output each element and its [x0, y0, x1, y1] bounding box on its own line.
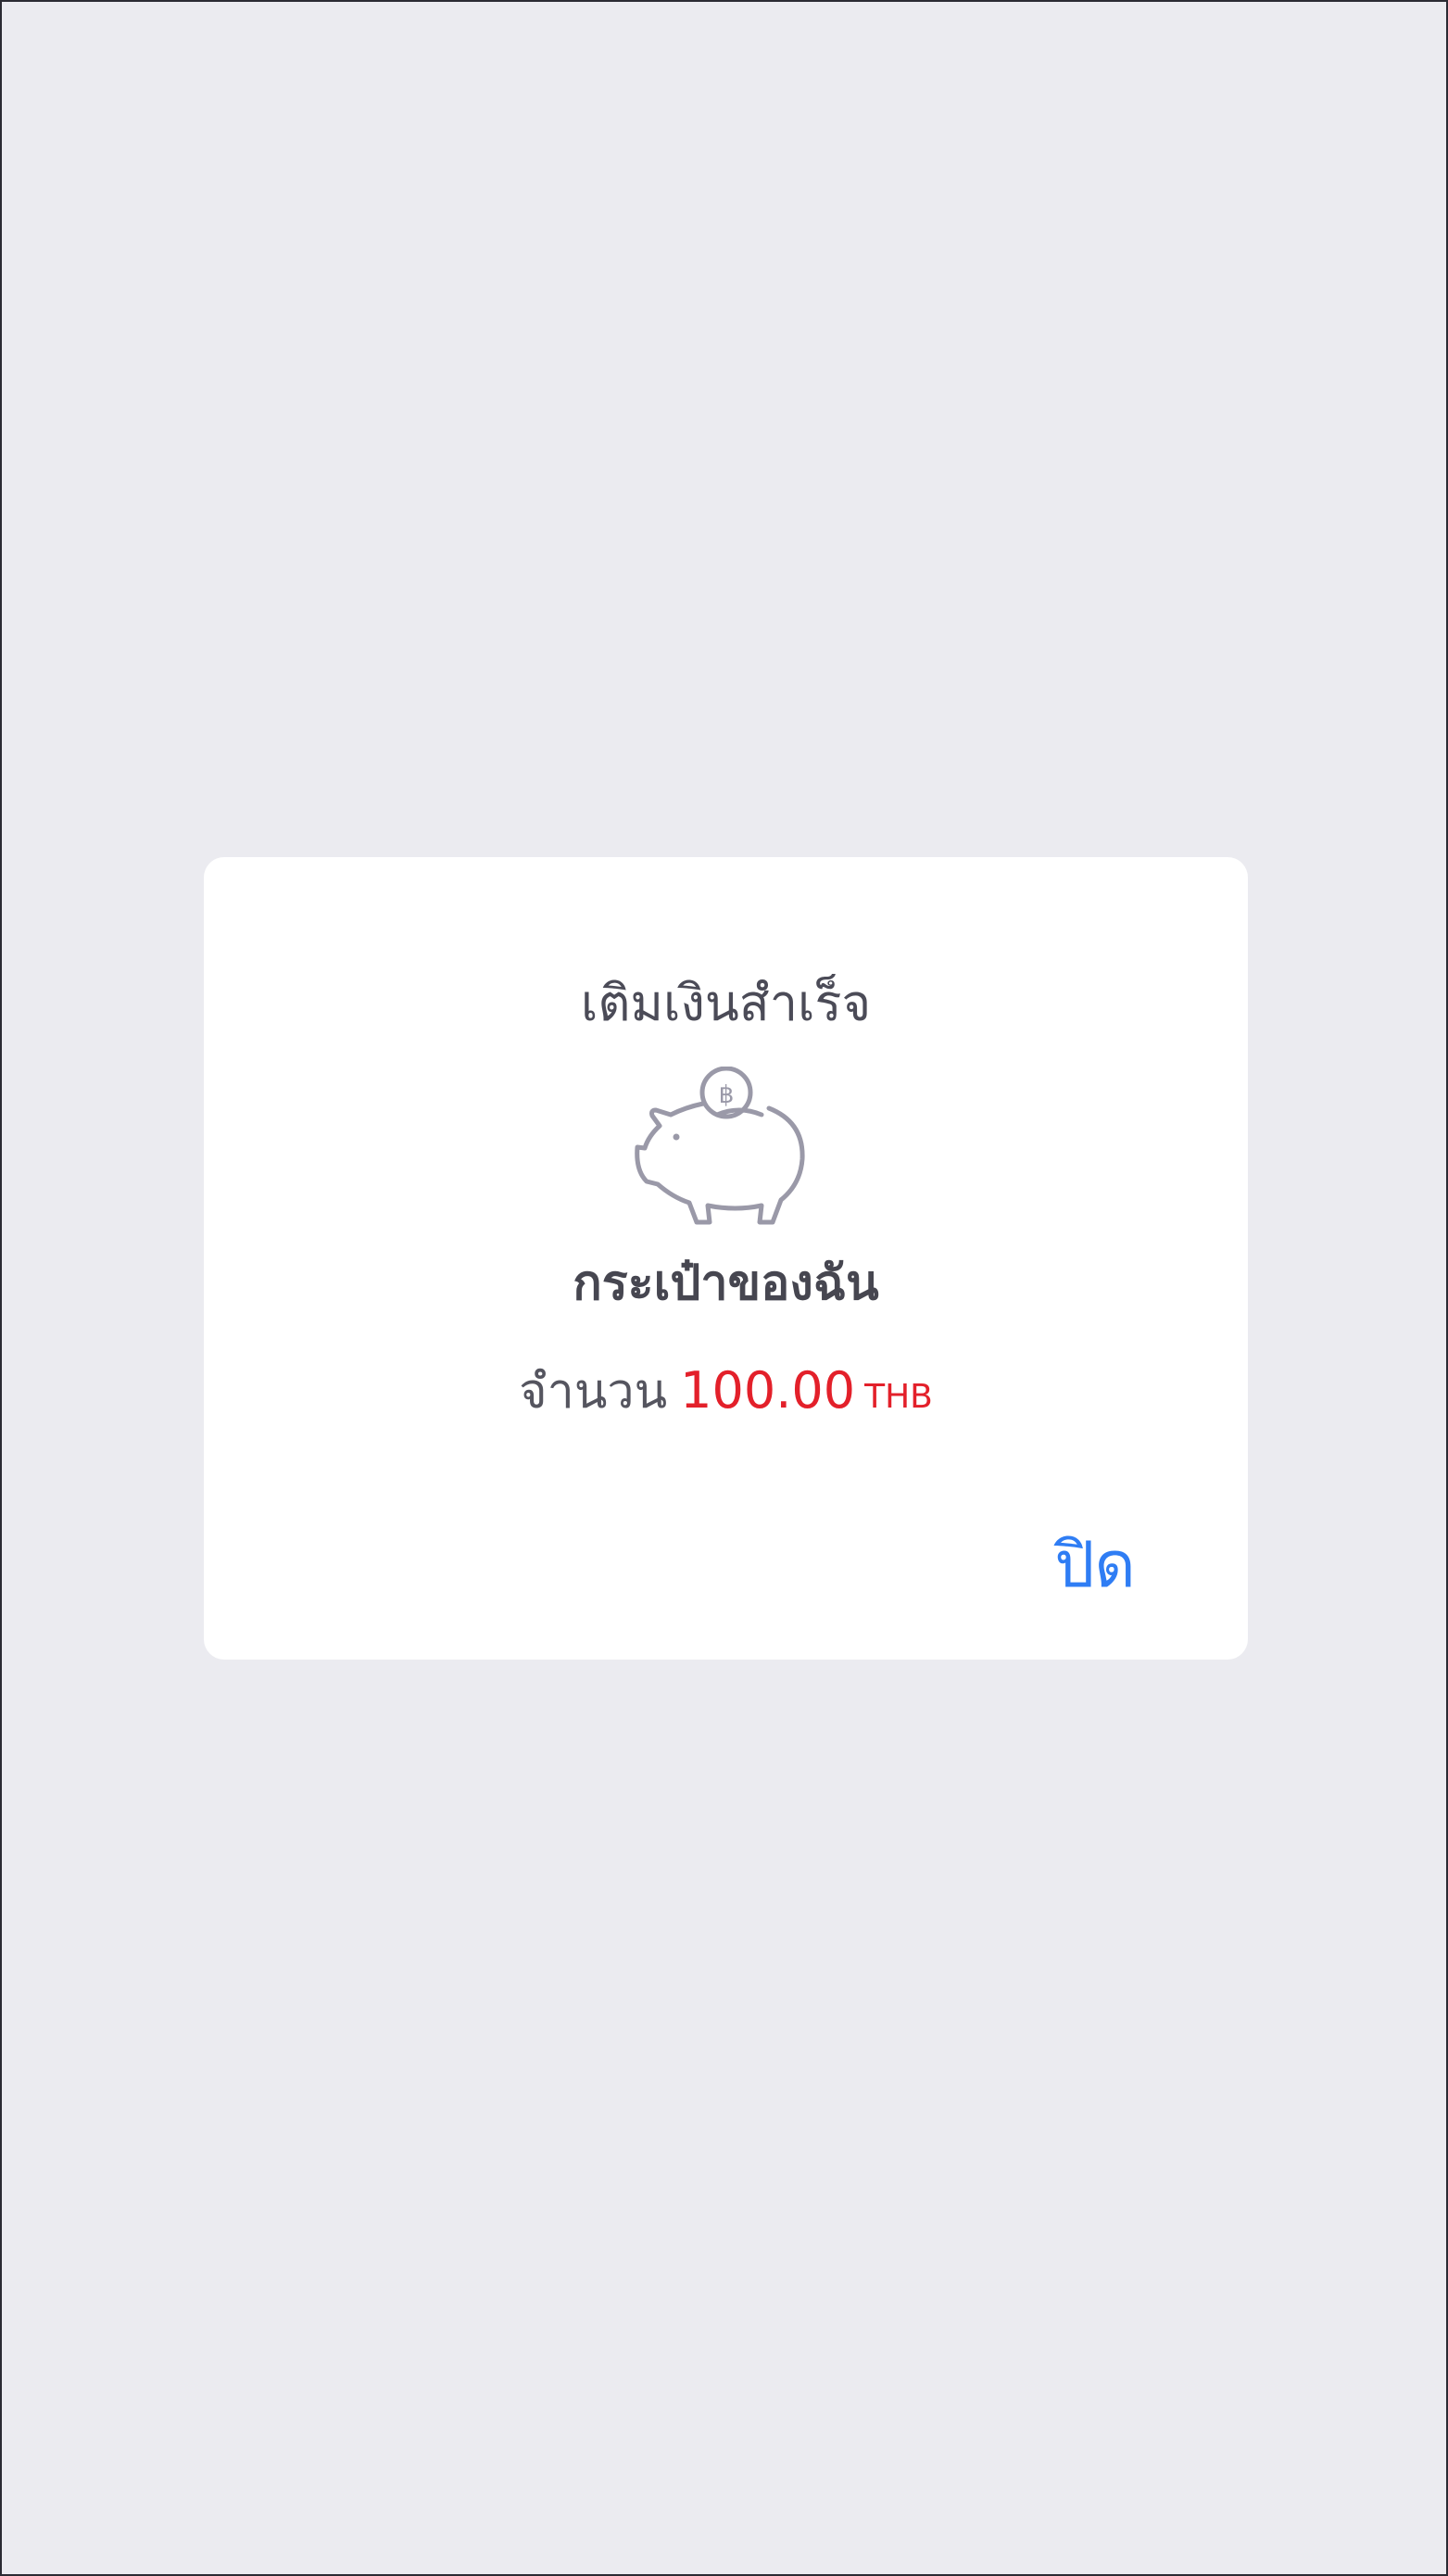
wallet-name: กระเป๋าของฉัน — [573, 1256, 879, 1311]
close-button[interactable]: ปิด — [1039, 1524, 1152, 1608]
amount-currency: THB — [864, 1378, 933, 1416]
piggy-bank-icon: ฿ — [635, 1067, 805, 1225]
amount-value: 100.00 — [680, 1361, 856, 1420]
amount-label: จำนวน — [519, 1364, 668, 1420]
screen: เติมเงินสำเร็จ ฿ กระเป๋าของฉัน จำนวน 100.… — [0, 0, 1448, 2576]
svg-text:฿: ฿ — [719, 1081, 735, 1109]
amount-row: จำนวน 100.00 THB — [204, 1354, 1248, 1440]
topup-success-dialog: เติมเงินสำเร็จ ฿ กระเป๋าของฉัน จำนวน 100.… — [204, 857, 1248, 1660]
dialog-title: เติมเงินสำเร็จ — [580, 974, 872, 1032]
